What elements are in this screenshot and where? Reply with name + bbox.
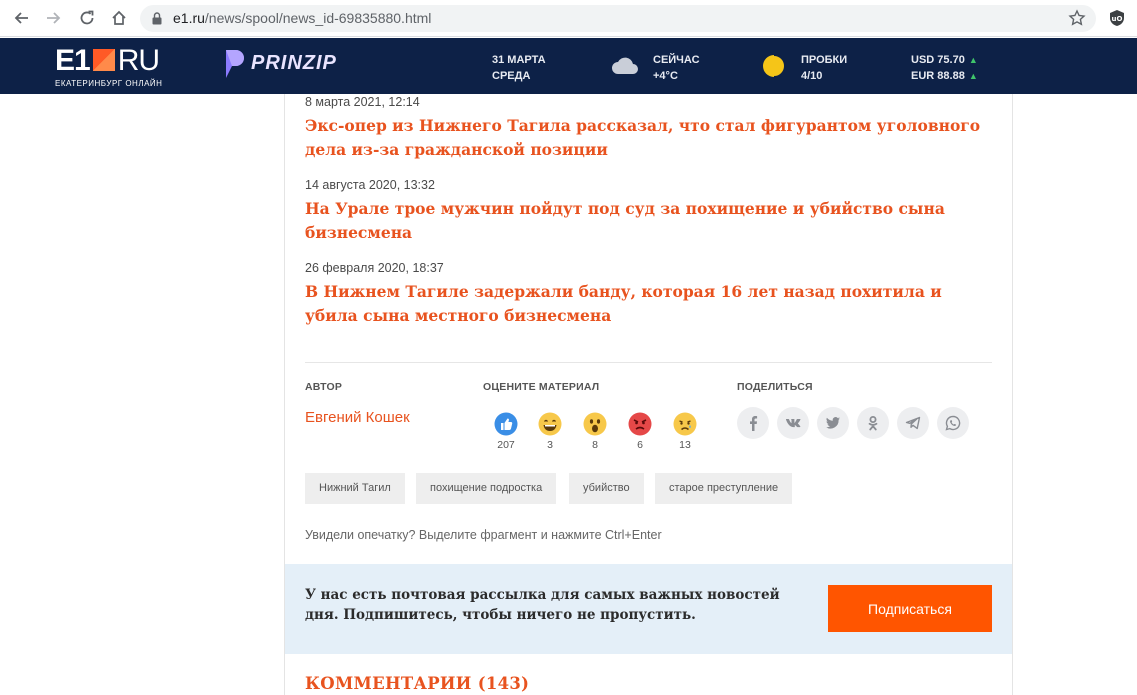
- article-card: 8 марта 2021, 12:14 Экс-опер из Нижнего …: [284, 94, 1013, 695]
- angry-icon: [628, 412, 652, 436]
- home-icon: [112, 10, 126, 25]
- reaction-sad[interactable]: 13: [671, 412, 699, 451]
- logo-subtitle: ЕКАТЕРИНБУРГ ОНЛАЙН: [55, 79, 163, 88]
- comments-heading[interactable]: КОММЕНТАРИИ (143): [305, 674, 529, 693]
- currency-block[interactable]: USD 75.70 ▲ EUR 88.88 ▲: [911, 52, 978, 84]
- logo-ru: RU: [117, 44, 160, 77]
- weather-block[interactable]: СЕЙЧАС +4°C: [653, 52, 700, 84]
- tag-link[interactable]: убийство: [569, 473, 644, 504]
- author-link[interactable]: Евгений Кошек: [305, 409, 410, 426]
- related-link[interactable]: Экс-опер из Нижнего Тагила рассказал, чт…: [305, 114, 985, 162]
- arrow-up-icon: ▲: [968, 55, 978, 65]
- url-path: /news/spool/news_id-69835880.html: [204, 10, 432, 26]
- traffic-icon: [763, 54, 786, 78]
- telegram-icon: [905, 416, 921, 430]
- newsletter-text: У нас есть почтовая рассылка для самых в…: [305, 587, 780, 623]
- related-date: 26 февраля 2020, 18:37: [305, 261, 444, 275]
- twitter-icon: [826, 417, 840, 429]
- share-odnoklassniki-button[interactable]: [857, 407, 889, 439]
- divider: [305, 362, 992, 363]
- arrow-up-icon: ▲: [968, 71, 978, 81]
- logo-square-icon: [92, 49, 115, 71]
- reaction-like[interactable]: 207: [492, 412, 520, 451]
- related-date: 14 августа 2020, 13:32: [305, 178, 435, 192]
- related-link[interactable]: В Нижнем Тагиле задержали банду, которая…: [305, 280, 985, 328]
- odnoklassniki-icon: [868, 416, 878, 431]
- traffic-value: 4/10: [801, 70, 823, 82]
- partner-logo[interactable]: PRINZIP: [224, 48, 344, 82]
- share-twitter-button[interactable]: [817, 407, 849, 439]
- cloud-icon: [612, 57, 638, 74]
- logo-e1: E1: [55, 44, 91, 77]
- author-label: АВТОР: [305, 381, 343, 393]
- date-weekday: СРЕДА: [492, 70, 531, 82]
- weather-value: +4°C: [653, 70, 678, 82]
- like-icon: [494, 412, 518, 436]
- typo-note: Увидели опечатку? Выделите фрагмент и на…: [305, 528, 662, 542]
- rate-label: ОЦЕНИТЕ МАТЕРИАЛ: [483, 381, 600, 393]
- svg-text:uO: uO: [1112, 15, 1123, 23]
- home-button[interactable]: [108, 7, 130, 29]
- usd-rate: USD 75.70: [911, 54, 965, 66]
- site-header: E1 RU ЕКАТЕРИНБУРГ ОНЛАЙН PRINZIP 31 МАРТ…: [0, 38, 1137, 94]
- reaction-angry[interactable]: 6: [626, 412, 654, 451]
- vk-icon: [786, 419, 801, 428]
- subscribe-button[interactable]: Подписаться: [828, 585, 992, 632]
- reaction-laugh[interactable]: 3: [536, 412, 564, 451]
- facebook-icon: [750, 416, 758, 431]
- share-label: ПОДЕЛИТЬСЯ: [737, 381, 813, 393]
- address-bar[interactable]: e1.ru/news/spool/news_id-69835880.html: [140, 5, 1096, 32]
- browser-toolbar: e1.ru/news/spool/news_id-69835880.html u…: [0, 0, 1137, 37]
- share-vk-button[interactable]: [777, 407, 809, 439]
- reaction-count: 8: [592, 439, 598, 451]
- newsletter-banner: У нас есть почтовая рассылка для самых в…: [285, 564, 1012, 654]
- date-block: 31 МАРТА СРЕДА: [492, 52, 546, 84]
- url-text: e1.ru/news/spool/news_id-69835880.html: [173, 10, 431, 26]
- share-whatsapp-button[interactable]: [937, 407, 969, 439]
- share-telegram-button[interactable]: [897, 407, 929, 439]
- forward-arrow-icon: [47, 12, 61, 24]
- whatsapp-icon: [945, 415, 961, 431]
- related-date: 8 марта 2021, 12:14: [305, 95, 420, 109]
- sad-icon: [673, 412, 697, 436]
- extension-shield-icon[interactable]: uO: [1108, 9, 1126, 27]
- reaction-count: 6: [637, 439, 643, 451]
- reaction-wow[interactable]: 8: [581, 412, 609, 451]
- reaction-count: 3: [547, 439, 553, 451]
- share-facebook-button[interactable]: [737, 407, 769, 439]
- related-link[interactable]: На Урале трое мужчин пойдут под суд за п…: [305, 197, 985, 245]
- laugh-icon: [538, 412, 562, 436]
- traffic-label: ПРОБКИ: [801, 54, 848, 66]
- partner-name: PRINZIP: [251, 52, 337, 74]
- reaction-count: 207: [497, 439, 515, 451]
- lock-icon: [152, 12, 162, 25]
- reload-icon: [80, 10, 94, 25]
- e1-logo[interactable]: E1 RU ЕКАТЕРИНБУРГ ОНЛАЙН: [55, 44, 195, 89]
- url-host: e1.ru: [173, 10, 205, 26]
- reload-button[interactable]: [76, 7, 98, 29]
- reaction-count: 13: [679, 439, 691, 451]
- back-button[interactable]: [10, 7, 32, 29]
- traffic-block[interactable]: ПРОБКИ 4/10: [801, 52, 847, 84]
- logo-wordmark: E1 RU: [55, 44, 160, 77]
- back-arrow-icon: [14, 12, 28, 24]
- bookmark-star-icon[interactable]: [1068, 9, 1086, 27]
- prinzip-mark-icon: [226, 50, 244, 78]
- tag-link[interactable]: старое преступление: [655, 473, 793, 504]
- date-day: 31 МАРТА: [492, 54, 546, 66]
- tag-link[interactable]: Нижний Тагил: [305, 473, 405, 504]
- forward-button[interactable]: [43, 7, 65, 29]
- tag-link[interactable]: похищение подростка: [416, 473, 557, 504]
- eur-rate: EUR 88.88: [911, 70, 965, 82]
- wow-icon: [583, 412, 607, 436]
- weather-label: СЕЙЧАС: [653, 54, 700, 66]
